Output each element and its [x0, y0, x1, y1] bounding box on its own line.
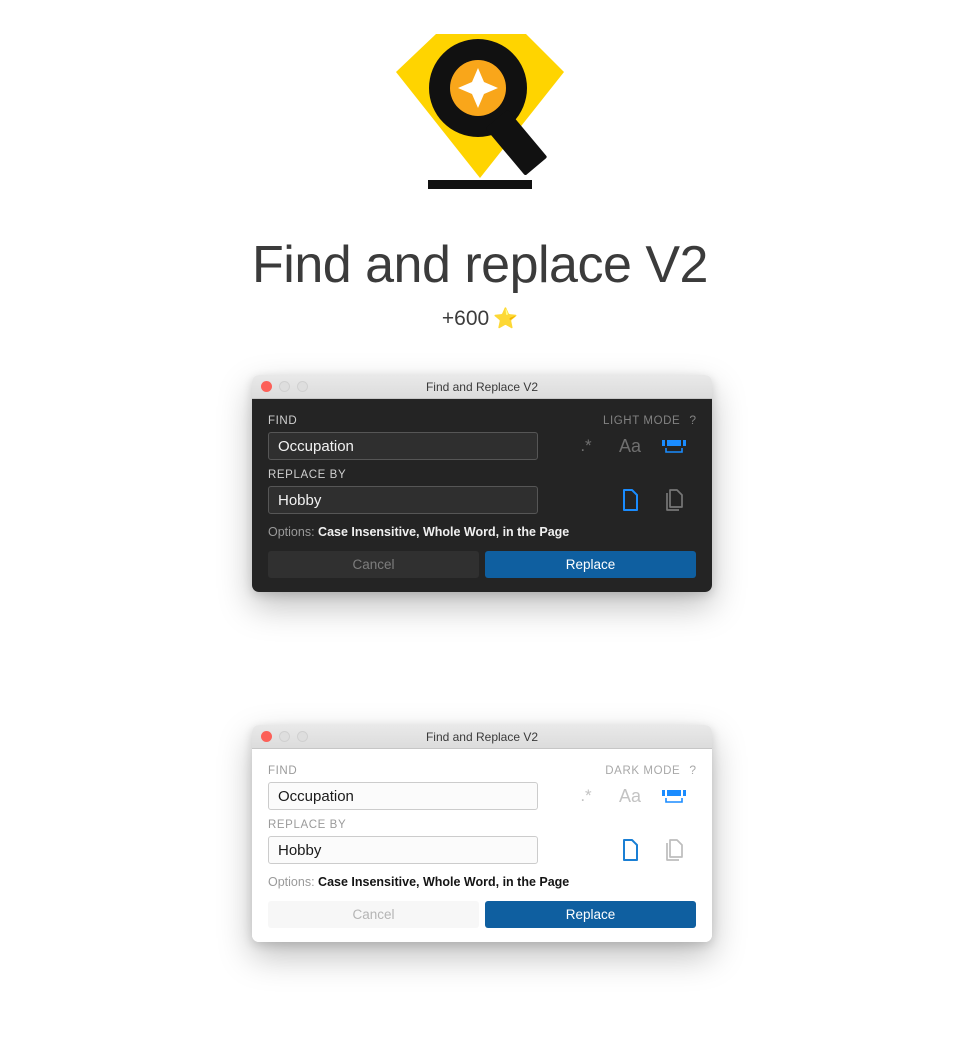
replace-label: REPLACE BY [268, 819, 347, 831]
options-value: Case Insensitive, Whole Word, in the Pag… [318, 525, 570, 539]
regex-icon-glyph: .* [580, 436, 592, 455]
options-label: Options: [268, 875, 315, 889]
regex-icon-glyph: .* [580, 786, 592, 805]
replace-input-row-dark [268, 486, 696, 514]
window-controls-light [261, 731, 308, 742]
star-icon: ⭐ [493, 307, 519, 330]
replace-button[interactable]: Replace [485, 551, 696, 578]
titlebar-dark[interactable]: Find and Replace V2 [252, 375, 712, 399]
window-title: Find and Replace V2 [425, 379, 539, 394]
window-title: Find and Replace V2 [425, 729, 539, 744]
single-page-icon[interactable] [608, 836, 652, 864]
dialog-actions-dark: Cancel Replace [268, 551, 696, 578]
find-input-row-light: .* Aa [268, 782, 696, 810]
replace-button[interactable]: Replace [485, 901, 696, 928]
dialog-body-light: FIND DARK MODE ? .* Aa [252, 749, 712, 942]
find-input[interactable] [268, 432, 538, 460]
find-replace-dialog-dark: Find and Replace V2 FIND LIGHT MODE ? .*… [252, 375, 712, 592]
scope-options-bar-light [538, 836, 696, 864]
zoom-button[interactable] [297, 381, 308, 392]
app-logo [380, 26, 580, 198]
find-label-row-light: FIND DARK MODE ? [268, 763, 696, 777]
titlebar-light[interactable]: Find and Replace V2 [252, 725, 712, 749]
find-input[interactable] [268, 782, 538, 810]
replace-label: REPLACE BY [268, 469, 347, 481]
replace-input[interactable] [268, 486, 538, 514]
mode-toggle-light[interactable]: DARK MODE [605, 765, 680, 777]
match-case-icon-glyph: Aa [618, 435, 642, 456]
replace-input-row-light [268, 836, 696, 864]
search-options-bar-light: .* Aa [538, 782, 696, 810]
replace-input[interactable] [268, 836, 538, 864]
scope-options-bar-dark [538, 486, 696, 514]
replace-label-row-light: REPLACE BY [268, 819, 696, 831]
mode-toggle-group-light: DARK MODE ? [605, 763, 696, 777]
whole-word-icon[interactable] [652, 432, 696, 460]
whole-word-icon-glyph [662, 790, 686, 803]
close-button[interactable] [261, 731, 272, 742]
window-controls-dark [261, 381, 308, 392]
minimize-button[interactable] [279, 381, 290, 392]
cancel-button[interactable]: Cancel [268, 551, 479, 578]
dialog-actions-light: Cancel Replace [268, 901, 696, 928]
minimize-button[interactable] [279, 731, 290, 742]
all-pages-icon[interactable] [652, 486, 696, 514]
all-pages-icon-glyph [665, 839, 683, 861]
replace-label-row-dark: REPLACE BY [268, 469, 696, 481]
single-page-icon[interactable] [608, 486, 652, 514]
search-options-bar-dark: .* Aa [538, 432, 696, 460]
find-label: FIND [268, 765, 298, 777]
cancel-button[interactable]: Cancel [268, 901, 479, 928]
whole-word-icon[interactable] [652, 782, 696, 810]
hero-section: Find and replace V2 +600 ⭐ [0, 0, 960, 331]
zoom-button[interactable] [297, 731, 308, 742]
page-title: Find and replace V2 [252, 236, 708, 294]
options-label: Options: [268, 525, 315, 539]
find-label: FIND [268, 415, 298, 427]
match-case-icon-glyph: Aa [618, 785, 642, 806]
single-page-icon-glyph [622, 839, 638, 861]
options-summary-light: Options: Case Insensitive, Whole Word, i… [268, 875, 696, 889]
rating-count: +600 [441, 306, 490, 330]
find-label-row-dark: FIND LIGHT MODE ? [268, 413, 696, 427]
help-icon[interactable]: ? [689, 413, 696, 427]
find-input-row-dark: .* Aa [268, 432, 696, 460]
options-summary-dark: Options: Case Insensitive, Whole Word, i… [268, 525, 696, 539]
regex-icon[interactable]: .* [564, 782, 608, 810]
single-page-icon-glyph [622, 489, 638, 511]
all-pages-icon-glyph [665, 489, 683, 511]
match-case-icon[interactable]: Aa [608, 782, 652, 810]
regex-icon[interactable]: .* [564, 432, 608, 460]
rating-badge: +600 ⭐ [442, 307, 518, 331]
mode-toggle-group-dark: LIGHT MODE ? [603, 413, 696, 427]
match-case-icon[interactable]: Aa [608, 432, 652, 460]
help-icon[interactable]: ? [689, 763, 696, 777]
options-value: Case Insensitive, Whole Word, in the Pag… [318, 875, 570, 889]
find-replace-dialog-light: Find and Replace V2 FIND DARK MODE ? .* … [252, 725, 712, 942]
dialog-body-dark: FIND LIGHT MODE ? .* Aa [252, 399, 712, 592]
magnifier-pin-logo-icon [396, 34, 564, 189]
whole-word-icon-glyph [662, 440, 686, 453]
mode-toggle-dark[interactable]: LIGHT MODE [603, 415, 680, 427]
close-button[interactable] [261, 381, 272, 392]
all-pages-icon[interactable] [652, 836, 696, 864]
